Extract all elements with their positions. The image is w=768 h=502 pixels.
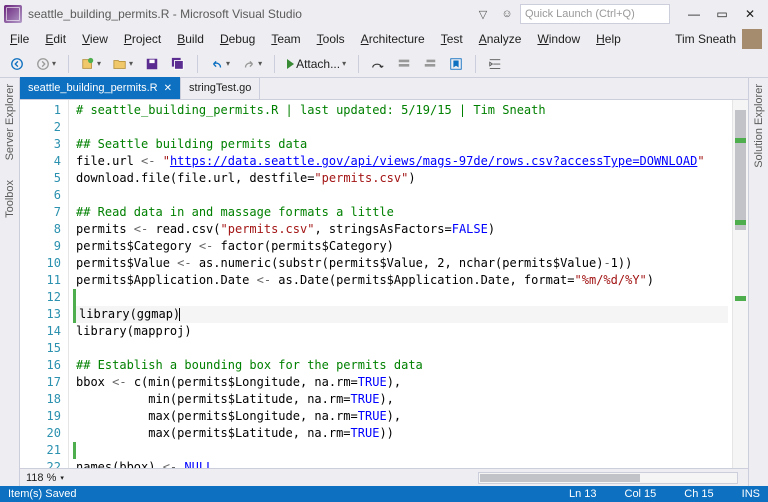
change-marker-icon	[735, 138, 746, 143]
open-file-button[interactable]: ▾	[109, 55, 137, 73]
toolbox-tab[interactable]: Toolbox	[2, 176, 18, 222]
code-line[interactable]	[73, 289, 728, 306]
nav-back-button[interactable]	[6, 55, 28, 73]
close-button[interactable]: ✕	[736, 4, 764, 24]
toolbar: ▾ ▾ ▾ ▾ ▾ Attach...▾	[0, 50, 768, 78]
code-line[interactable]: bbox <- c(min(permits$Longitude, na.rm=T…	[76, 374, 728, 391]
signed-in-user[interactable]: Tim Sneath	[675, 29, 766, 49]
feedback-icon[interactable]: ☺	[498, 5, 516, 23]
document-tabs: seattle_building_permits.R ✕ stringTest.go	[20, 78, 748, 100]
code-line[interactable]: ## Read data in and massage formats a li…	[76, 204, 728, 221]
indent-button[interactable]	[484, 55, 506, 73]
vs-logo-icon	[4, 5, 22, 23]
code-line[interactable]: ## Seattle building permits data	[76, 136, 728, 153]
uncomment-button[interactable]	[419, 55, 441, 73]
change-marker-icon	[735, 296, 746, 301]
line-number-gutter: 12345678910111213141516171819202122	[20, 100, 72, 468]
code-line[interactable]	[76, 340, 728, 357]
menu-team[interactable]: Team	[263, 30, 308, 48]
vertical-scrollbar[interactable]	[732, 100, 748, 468]
user-name-label: Tim Sneath	[675, 32, 736, 46]
menu-build[interactable]: Build	[169, 30, 212, 48]
change-marker-icon	[735, 220, 746, 225]
code-line[interactable]: library(mapproj)	[76, 323, 728, 340]
editor-footer: 118 % ▾	[20, 468, 748, 486]
comment-button[interactable]	[393, 55, 415, 73]
tab-label: stringTest.go	[189, 82, 251, 94]
restore-button[interactable]: ▭	[708, 4, 736, 24]
solution-explorer-tab[interactable]: Solution Explorer	[751, 80, 767, 172]
zoom-level[interactable]: 118 %	[26, 472, 56, 484]
code-line[interactable]: download.file(file.url, destfile="permit…	[76, 170, 728, 187]
menu-architecture[interactable]: Architecture	[353, 30, 433, 48]
menu-window[interactable]: Window	[529, 30, 588, 48]
right-tool-tabs: Solution Explorer	[748, 78, 768, 486]
code-line[interactable]: max(permits$Latitude, na.rm=TRUE))	[76, 425, 728, 442]
save-all-button[interactable]	[167, 55, 189, 73]
code-line[interactable]: min(permits$Latitude, na.rm=TRUE),	[76, 391, 728, 408]
play-icon	[287, 59, 294, 69]
status-char: Ch 15	[684, 488, 713, 500]
avatar-icon	[742, 29, 762, 49]
chevron-down-icon[interactable]: ▾	[60, 474, 64, 482]
code-line[interactable]: file.url <- "https://data.seattle.gov/ap…	[76, 153, 728, 170]
menu-project[interactable]: Project	[116, 30, 169, 48]
status-col: Col 15	[625, 488, 657, 500]
menu-file[interactable]: File	[2, 30, 37, 48]
menu-help[interactable]: Help	[588, 30, 629, 48]
menu-edit[interactable]: Edit	[37, 30, 74, 48]
start-button[interactable]: Attach...▾	[283, 55, 350, 73]
text-cursor-icon	[179, 308, 180, 321]
code-line[interactable]: permits$Application.Date <- as.Date(perm…	[76, 272, 728, 289]
code-line[interactable]	[76, 187, 728, 204]
code-line[interactable]: names(bbox) <- NULL	[76, 459, 728, 468]
code-line[interactable]: library(ggmap)	[73, 306, 728, 323]
server-explorer-tab[interactable]: Server Explorer	[2, 80, 18, 164]
code-line[interactable]	[76, 119, 728, 136]
menu-debug[interactable]: Debug	[212, 30, 263, 48]
scrollbar-thumb[interactable]	[480, 474, 640, 482]
code-line[interactable]: permits <- read.csv("permits.csv", strin…	[76, 221, 728, 238]
code-editor[interactable]: # seattle_building_permits.R | last upda…	[72, 100, 732, 468]
code-line[interactable]: # seattle_building_permits.R | last upda…	[76, 102, 728, 119]
tab-label: seattle_building_permits.R	[28, 82, 158, 94]
undo-button[interactable]: ▾	[206, 55, 234, 73]
status-bar: Item(s) Saved Ln 13 Col 15 Ch 15 INS	[0, 486, 768, 502]
notifications-icon[interactable]: ▽	[474, 5, 492, 23]
title-bar: seattle_building_permits.R - Microsoft V…	[0, 0, 768, 28]
code-line[interactable]: permits$Category <- factor(permits$Categ…	[76, 238, 728, 255]
save-button[interactable]	[141, 55, 163, 73]
redo-button[interactable]: ▾	[238, 55, 266, 73]
bookmark-button[interactable]	[445, 55, 467, 73]
doc-tab[interactable]: stringTest.go	[181, 77, 260, 99]
scrollbar-thumb[interactable]	[735, 110, 746, 230]
new-project-button[interactable]: ▾	[77, 55, 105, 73]
menu-analyze[interactable]: Analyze	[471, 30, 530, 48]
window-title: seattle_building_permits.R - Microsoft V…	[28, 7, 474, 21]
horizontal-scrollbar[interactable]	[478, 472, 738, 484]
menu-test[interactable]: Test	[433, 30, 471, 48]
status-line: Ln 13	[569, 488, 597, 500]
code-line[interactable]: max(permits$Longitude, na.rm=TRUE),	[76, 408, 728, 425]
code-line[interactable]: permits$Value <- as.numeric(substr(permi…	[76, 255, 728, 272]
menu-tools[interactable]: Tools	[309, 30, 353, 48]
status-saved: Item(s) Saved	[8, 488, 76, 500]
close-icon[interactable]: ✕	[164, 83, 172, 94]
left-tool-tabs: Server Explorer Toolbox	[0, 78, 20, 486]
status-ins: INS	[742, 488, 760, 500]
code-line[interactable]: ## Establish a bounding box for the perm…	[76, 357, 728, 374]
code-line[interactable]	[73, 442, 728, 459]
quick-launch-input[interactable]: Quick Launch (Ctrl+Q)	[520, 4, 670, 24]
nav-forward-button[interactable]: ▾	[32, 55, 60, 73]
menu-bar: FileEditViewProjectBuildDebugTeamToolsAr…	[0, 28, 768, 50]
minimize-button[interactable]: —	[680, 4, 708, 24]
menu-view[interactable]: View	[74, 30, 116, 48]
doc-tab[interactable]: seattle_building_permits.R ✕	[20, 77, 181, 99]
step-over-button[interactable]	[367, 55, 389, 73]
